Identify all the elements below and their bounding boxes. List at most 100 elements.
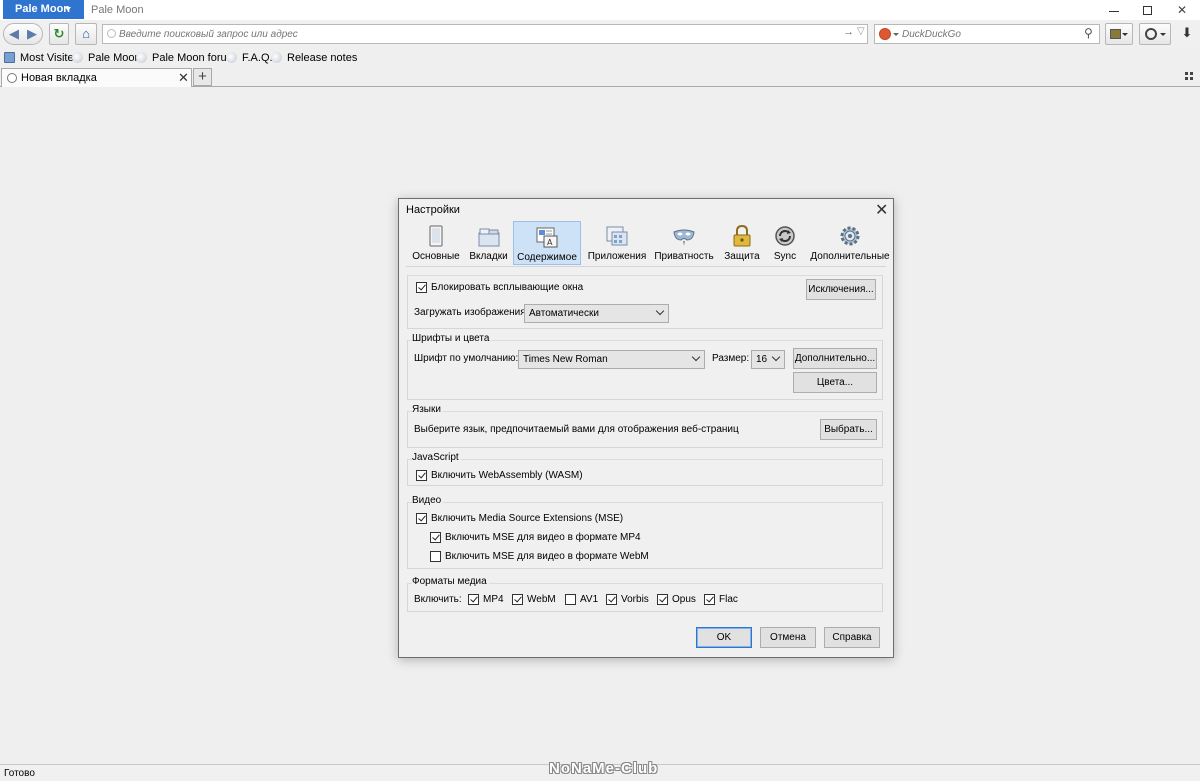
- tab-strip: Новая вкладка ✕ +: [0, 68, 1200, 87]
- colors-button[interactable]: Цвета...: [793, 372, 877, 393]
- maximize-button[interactable]: [1130, 0, 1166, 20]
- default-font-label: Шрифт по умолчанию:: [414, 353, 519, 364]
- dialog-title: Настройки: [406, 204, 460, 216]
- close-dialog-icon[interactable]: ✕: [875, 200, 888, 220]
- minimize-button[interactable]: [1096, 0, 1132, 20]
- bookmark-label: F.A.Q.: [242, 52, 273, 64]
- format-opus-label: Opus: [672, 594, 696, 605]
- pale-moon-menu-button[interactable]: Pale Moon: [3, 0, 84, 19]
- home-button[interactable]: ⌂: [75, 23, 97, 45]
- ok-button[interactable]: OK: [696, 627, 752, 648]
- default-font-select[interactable]: Times New Roman: [518, 350, 705, 369]
- format-mp4-checkbox[interactable]: [468, 594, 479, 605]
- mse-mp4-label: Включить MSE для видео в формате MP4: [445, 532, 641, 543]
- font-size-label: Размер:: [712, 353, 750, 364]
- tab-list-button[interactable]: [1185, 72, 1195, 82]
- svg-text:A: A: [547, 238, 553, 247]
- choose-language-button[interactable]: Выбрать...: [820, 419, 877, 440]
- format-flac-label: Flac: [719, 594, 738, 605]
- duckduckgo-icon[interactable]: [879, 28, 891, 40]
- sync-icon: [775, 226, 795, 246]
- pane-sync[interactable]: Sync: [767, 221, 803, 265]
- javascript-caption: JavaScript: [412, 452, 461, 463]
- preferences-dialog: Настройки ✕ Основные Вкладки A Содержимо…: [398, 198, 894, 658]
- new-tab-button[interactable]: +: [193, 68, 212, 86]
- bookmark-release-notes[interactable]: Release notes: [271, 52, 357, 64]
- format-vorbis-checkbox[interactable]: [606, 594, 617, 605]
- status-text: Готово: [4, 768, 35, 779]
- app-button-label: Pale Moon: [15, 3, 71, 15]
- bookmark-faq[interactable]: F.A.Q.: [226, 52, 273, 64]
- pale-moon-icon: [226, 52, 237, 63]
- load-images-select[interactable]: Автоматически: [524, 304, 669, 323]
- bookmark-pale-moon-forum[interactable]: Pale Moon forum: [136, 52, 236, 64]
- bookmark-most-visited[interactable]: Most Visited: [4, 52, 80, 64]
- block-popups-checkbox[interactable]: [416, 282, 427, 293]
- search-bar[interactable]: ⚲: [874, 24, 1100, 44]
- url-bar[interactable]: → ▽: [102, 24, 868, 44]
- preferences-pane-tabs: Основные Вкладки A Содержимое Приложения…: [399, 221, 893, 266]
- fonts-colors-caption: Шрифты и цвета: [412, 333, 492, 344]
- help-button[interactable]: Справка: [824, 627, 880, 648]
- tab-new-tab[interactable]: Новая вкладка ✕: [1, 68, 192, 87]
- back-arrow-icon[interactable]: ◀: [5, 24, 23, 44]
- mse-mp4-checkbox[interactable]: [430, 532, 441, 543]
- pane-privacy[interactable]: Приватность: [653, 221, 715, 265]
- pane-content[interactable]: A Содержимое: [513, 221, 581, 265]
- video-caption: Видео: [412, 495, 444, 506]
- download-button[interactable]: ⬇: [1178, 25, 1196, 43]
- minimize-icon: [1109, 11, 1119, 12]
- history-menu-button[interactable]: [1139, 23, 1171, 45]
- pane-label: Приватность: [654, 251, 714, 262]
- block-popups-label: Блокировать всплывающие окна: [431, 282, 584, 293]
- pane-label: Sync: [773, 251, 797, 262]
- bookmark-pale-moon[interactable]: Pale Moon: [72, 52, 141, 64]
- chevron-down-icon: [1122, 33, 1128, 36]
- format-av1-checkbox[interactable]: [565, 594, 576, 605]
- forward-arrow-icon[interactable]: ▶: [23, 24, 41, 44]
- history-clock-icon: [1145, 28, 1157, 40]
- search-input[interactable]: [902, 26, 1072, 42]
- pane-applications[interactable]: Приложения: [585, 221, 649, 265]
- pane-security[interactable]: Защита: [720, 221, 764, 265]
- tabs-icon: [478, 228, 499, 247]
- globe-icon: [107, 29, 116, 38]
- reload-button[interactable]: ↻: [49, 23, 69, 45]
- wasm-label: Включить WebAssembly (WASM): [431, 470, 583, 481]
- bookmarks-icon: [1110, 29, 1121, 39]
- go-arrow-icon[interactable]: →: [843, 26, 854, 38]
- dropdown-history-icon[interactable]: ▽: [857, 26, 865, 37]
- close-window-button[interactable]: ✕: [1164, 0, 1200, 20]
- watermark: NoNaMe-Club: [549, 760, 659, 777]
- default-font-value: Times New Roman: [523, 354, 608, 365]
- maximize-icon: [1143, 6, 1152, 15]
- wasm-checkbox[interactable]: [416, 470, 427, 481]
- languages-description: Выберите язык, предпочитаемый вами для о…: [414, 424, 739, 435]
- chevron-down-icon: [655, 306, 665, 316]
- media-formats-caption: Форматы медиа: [412, 576, 489, 587]
- font-size-select[interactable]: 16: [751, 350, 785, 369]
- close-tab-icon[interactable]: ✕: [178, 70, 189, 86]
- mse-webm-label: Включить MSE для видео в формате WebM: [445, 551, 649, 562]
- privacy-mask-icon: [673, 229, 695, 246]
- pane-advanced[interactable]: Дополнительные: [809, 221, 891, 265]
- mse-label: Включить Media Source Extensions (MSE): [431, 513, 624, 524]
- fonts-advanced-button[interactable]: Дополнительно...: [793, 348, 877, 369]
- mse-checkbox[interactable]: [416, 513, 427, 524]
- format-webm-checkbox[interactable]: [512, 594, 523, 605]
- format-flac-checkbox[interactable]: [704, 594, 715, 605]
- format-opus-checkbox[interactable]: [657, 594, 668, 605]
- cancel-button[interactable]: Отмена: [760, 627, 816, 648]
- pane-general[interactable]: Основные: [406, 221, 466, 265]
- format-vorbis-label: Vorbis: [621, 594, 649, 605]
- applications-icon: [606, 226, 628, 246]
- search-magnifier-icon[interactable]: ⚲: [1084, 26, 1093, 40]
- popup-exceptions-button[interactable]: Исключения...: [806, 279, 876, 300]
- mse-webm-checkbox[interactable]: [430, 551, 441, 562]
- bookmark-label: Most Visited: [20, 52, 80, 64]
- url-input[interactable]: [119, 26, 819, 42]
- pane-tabs[interactable]: Вкладки: [466, 221, 511, 265]
- bookmarks-menu-button[interactable]: [1105, 23, 1133, 45]
- chevron-down-icon: [691, 352, 701, 362]
- tab-label: Новая вкладка: [21, 72, 97, 84]
